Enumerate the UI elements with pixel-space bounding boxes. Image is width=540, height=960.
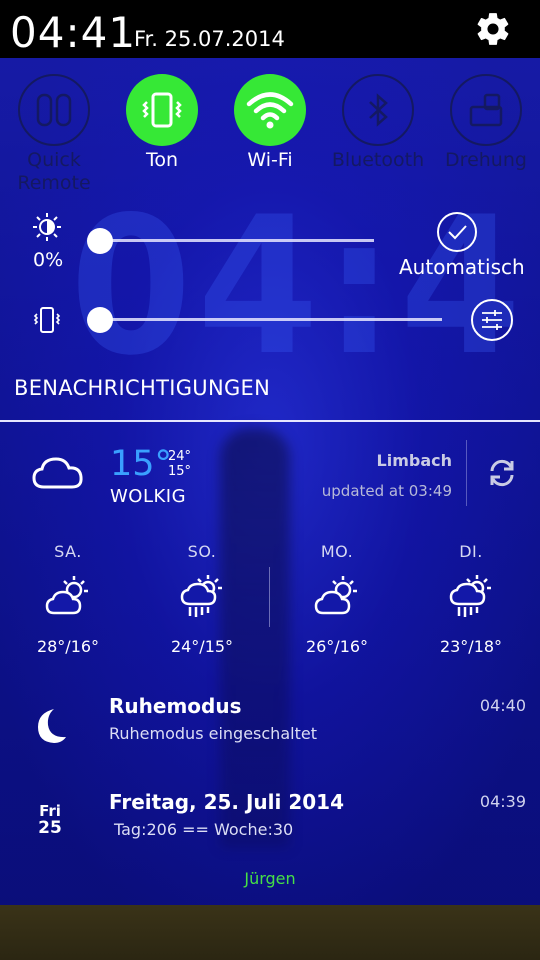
brightness-slider-track[interactable] [100,239,374,242]
refresh-icon[interactable] [485,456,519,490]
volume-slider-knob[interactable] [87,307,113,333]
current-temperature: 15° [110,444,173,484]
toggle-circle[interactable] [450,74,522,146]
notification-time: 04:40 [479,696,526,715]
cloud-icon [32,457,83,489]
weather-condition: WOLKIG [110,486,187,507]
notification-title: Freitag, 25. Juli 2014 [109,790,345,814]
forecast-day-name: DI. [459,542,483,561]
sliders-icon [482,310,502,330]
status-time: 04:41 [10,8,137,57]
toggle-label: Quick Remote [17,149,91,194]
bottom-strip [0,905,540,960]
wifi-icon [246,92,294,129]
partly-cloudy-icon [314,576,357,615]
notification-subtitle: Ruhemodus eingeschaltet [109,724,317,743]
forecast-separator [269,567,270,627]
notification-time: 04:39 [479,792,526,811]
owner-name: Jürgen [244,869,296,888]
toggle-wifi[interactable]: Wi-Fi [216,74,324,172]
forecast-day: DI. 23°/18° [421,542,521,656]
background-clock: 04:41 [70,176,540,397]
check-icon [448,225,467,240]
weather-location[interactable]: Limbach [377,451,452,470]
forecast-temps: 26°/16° [305,637,369,656]
toggle-label: Ton [145,149,179,171]
quick-remote-icon [36,93,72,127]
header-divider [0,420,540,422]
toggle-label: Wi-Fi [247,149,293,171]
brightness-icon [33,213,61,241]
forecast-day-name: SO. [187,542,217,561]
sound-settings-button[interactable] [471,299,513,341]
notification-title: Ruhemodus [109,694,242,718]
auto-brightness-label: Automatisch [399,255,525,279]
low-temperature: 15° [168,464,192,479]
toggle-drehung[interactable]: Drehung [432,74,540,172]
toggle-bluetooth[interactable]: Bluetooth [324,74,432,172]
forecast-day: SA. 28°/16° [18,542,118,656]
weather-updated: updated at 03:49 [321,482,452,500]
high-temperature: 24° [168,449,192,464]
auto-brightness-checkbox[interactable] [437,212,477,252]
weather-separator [466,440,467,506]
status-date: Fr. 25.07.2014 [134,27,285,51]
settings-gear-icon[interactable] [474,10,512,48]
high-low-temperature: 24° 15° [168,449,191,479]
brightness-value: 0% [33,249,64,271]
forecast-temps: 28°/16° [36,637,100,656]
forecast-temps: 23°/18° [439,637,503,656]
partly-cloudy-icon [45,576,88,615]
rotation-icon [469,93,503,127]
notifications-header: BENACHRICHTIGUNGEN [14,376,271,400]
toggle-label: Bluetooth [331,149,425,171]
volume-slider-track[interactable] [100,318,442,321]
toggle-circle[interactable] [234,74,306,146]
toggle-quick-remote[interactable]: Quick Remote [0,74,108,195]
calendar-icon: Fri 25 [38,803,62,837]
brightness-slider-knob[interactable] [87,228,113,254]
rain-sun-icon [180,575,222,617]
vibrate-phone-icon [142,92,182,128]
moon-icon [38,709,66,743]
toggle-circle[interactable] [126,74,198,146]
status-bar: 04:41 Fr. 25.07.2014 [0,0,540,58]
toggle-ton[interactable]: Ton [108,74,216,172]
rain-sun-icon [449,575,491,617]
toggle-circle[interactable] [18,74,90,146]
forecast-temps: 24°/15° [170,637,234,656]
toggle-label: Drehung [445,149,527,171]
bluetooth-icon [369,93,388,127]
calendar-icon-date: 25 [38,818,62,838]
forecast-day-name: SA. [54,542,82,561]
toggle-circle[interactable] [342,74,414,146]
forecast-day: SO. 24°/15° [152,542,252,656]
forecast-day-name: MO. [320,542,354,561]
notification-subtitle: Tag:206 == Woche:30 [114,820,294,839]
vibrate-icon [33,307,61,333]
forecast-day: MO. 26°/16° [287,542,387,656]
